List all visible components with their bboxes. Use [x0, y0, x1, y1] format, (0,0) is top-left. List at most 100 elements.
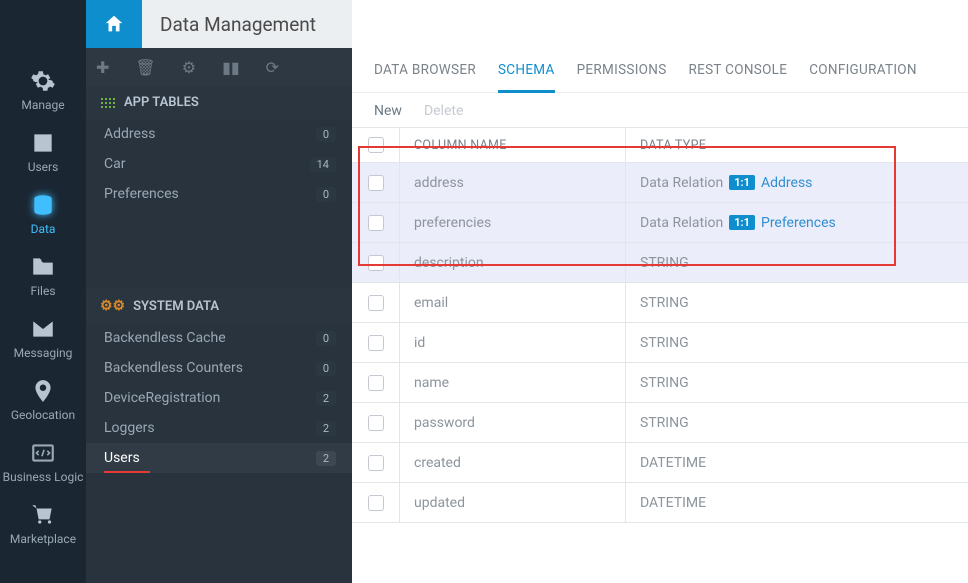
schema-tabs: DATA BROWSER SCHEMA PERMISSIONS REST CONSOL…	[352, 48, 968, 93]
gear-icon[interactable]: ⚙	[182, 58, 196, 77]
tab-schema[interactable]: SCHEMA	[498, 62, 555, 93]
table-name: Loggers	[104, 420, 155, 436]
refresh-icon[interactable]: ⟳	[266, 58, 279, 77]
schema-row[interactable]: preferencies Data Relation 1:1 Preferences	[352, 203, 968, 243]
row-checkbox[interactable]	[368, 175, 384, 191]
relation-tag: 1:1	[729, 175, 755, 190]
column-name: email	[414, 295, 448, 311]
schema-row[interactable]: updated DATETIME	[352, 483, 968, 523]
app-tables-header: APP TABLES	[86, 86, 352, 119]
table-row[interactable]: Preferences0	[86, 179, 352, 209]
column-name: name	[414, 375, 449, 391]
type-label: DATETIME	[640, 495, 706, 511]
nav-label: Messaging	[14, 346, 73, 360]
nav-marketplace[interactable]: Marketplace	[0, 496, 86, 552]
count-badge: 14	[310, 157, 336, 172]
type-label: STRING	[640, 255, 689, 271]
row-checkbox[interactable]	[368, 335, 384, 351]
row-checkbox[interactable]	[368, 415, 384, 431]
type-label: STRING	[640, 295, 689, 311]
count-badge: 0	[316, 127, 336, 142]
schema-actions: New Delete	[352, 93, 968, 127]
column-name: updated	[414, 495, 465, 511]
grid-header: COLUMN NAME DATA TYPE	[352, 127, 968, 163]
table-row[interactable]: Users2	[86, 443, 352, 473]
table-name: Users	[104, 450, 140, 466]
table-row[interactable]: Car 14	[86, 149, 352, 179]
tab-restconsole[interactable]: REST CONSOLE	[689, 62, 788, 92]
system-data-label: SYSTEM DATA	[133, 299, 219, 314]
table-name: Address	[104, 126, 155, 142]
tab-configuration[interactable]: CONFIGURATION	[809, 62, 917, 92]
nav-files[interactable]: Files	[0, 248, 86, 304]
row-checkbox[interactable]	[368, 255, 384, 271]
table-row[interactable]: Loggers 2	[86, 413, 352, 443]
table-toolbar: ✚ 🗑 ⚙ ▮▮ ⟳	[86, 48, 352, 86]
schema-row[interactable]: id STRING	[352, 323, 968, 363]
row-checkbox[interactable]	[368, 295, 384, 311]
book-icon[interactable]: ▮▮	[222, 58, 240, 77]
table-name: Preferences	[104, 186, 179, 202]
schema-row[interactable]: email STRING	[352, 283, 968, 323]
column-name: preferencies	[414, 215, 491, 231]
schema-row[interactable]: address Data Relation 1:1 Address	[352, 163, 968, 203]
schema-row[interactable]: name STRING	[352, 363, 968, 403]
row-checkbox[interactable]	[368, 215, 384, 231]
home-button[interactable]	[86, 0, 142, 48]
nav-data[interactable]: Data	[0, 186, 86, 242]
column-name: description	[414, 255, 484, 271]
nav-label: Manage	[21, 98, 64, 112]
type-label: STRING	[640, 415, 689, 431]
tab-databrowser[interactable]: DATA BROWSER	[374, 62, 476, 92]
table-row[interactable]: Backendless Counters 0	[86, 353, 352, 383]
gears-icon: ⚙⚙	[100, 298, 125, 314]
nav-label: Data	[31, 222, 56, 236]
delete-button: Delete	[424, 103, 463, 119]
row-checkbox[interactable]	[368, 455, 384, 471]
nav-businesslogic[interactable]: Business Logic	[0, 434, 86, 490]
nav-geolocation[interactable]: Geolocation	[0, 372, 86, 428]
column-name: id	[414, 335, 425, 351]
type-label: Data Relation	[640, 215, 723, 231]
type-label: DATETIME	[640, 455, 706, 471]
type-label: STRING	[640, 375, 689, 391]
trash-icon[interactable]: 🗑	[135, 58, 155, 77]
table-name: Car	[104, 156, 125, 172]
schema-row[interactable]: description STRING	[352, 243, 968, 283]
column-name: password	[414, 415, 475, 431]
col-header-name: COLUMN NAME	[400, 128, 626, 162]
table-row[interactable]: Address 0	[86, 119, 352, 149]
table-row[interactable]: Backendless Cache 0	[86, 323, 352, 353]
nav-messaging[interactable]: Messaging	[0, 310, 86, 366]
column-name: created	[414, 455, 461, 471]
nav-manage[interactable]: Manage	[0, 62, 86, 118]
table-name: Backendless Cache	[104, 330, 226, 346]
home-icon	[103, 13, 125, 35]
relation-target[interactable]: Preferences	[761, 215, 836, 231]
select-all-checkbox[interactable]	[368, 137, 384, 153]
nav-label: Files	[30, 284, 55, 298]
type-label: Data Relation	[640, 175, 723, 191]
table-name: DeviceRegistration	[104, 390, 220, 406]
row-checkbox[interactable]	[368, 495, 384, 511]
schema-row[interactable]: password STRING	[352, 403, 968, 443]
count-badge: 0	[316, 331, 336, 346]
count-badge: 2	[316, 391, 336, 406]
tab-permissions[interactable]: PERMISSIONS	[577, 62, 667, 92]
relation-tag: 1:1	[729, 215, 755, 230]
column-name: address	[414, 175, 464, 191]
count-badge: 2	[316, 421, 336, 436]
count-badge: 0	[316, 361, 336, 376]
relation-target[interactable]: Address	[761, 175, 812, 191]
schema-row[interactable]: created DATETIME	[352, 443, 968, 483]
add-icon[interactable]: ✚	[96, 58, 109, 77]
table-name: Backendless Counters	[104, 360, 243, 376]
row-checkbox[interactable]	[368, 375, 384, 391]
nav-users[interactable]: Users	[0, 124, 86, 180]
new-button[interactable]: New	[374, 103, 402, 119]
type-label: STRING	[640, 335, 689, 351]
table-row[interactable]: DeviceRegistration 2	[86, 383, 352, 413]
left-nav: Manage Users Data Files Messaging Geolocation…	[0, 0, 86, 583]
nav-label: Geolocation	[11, 408, 75, 422]
page-title: Data Management	[142, 0, 352, 48]
